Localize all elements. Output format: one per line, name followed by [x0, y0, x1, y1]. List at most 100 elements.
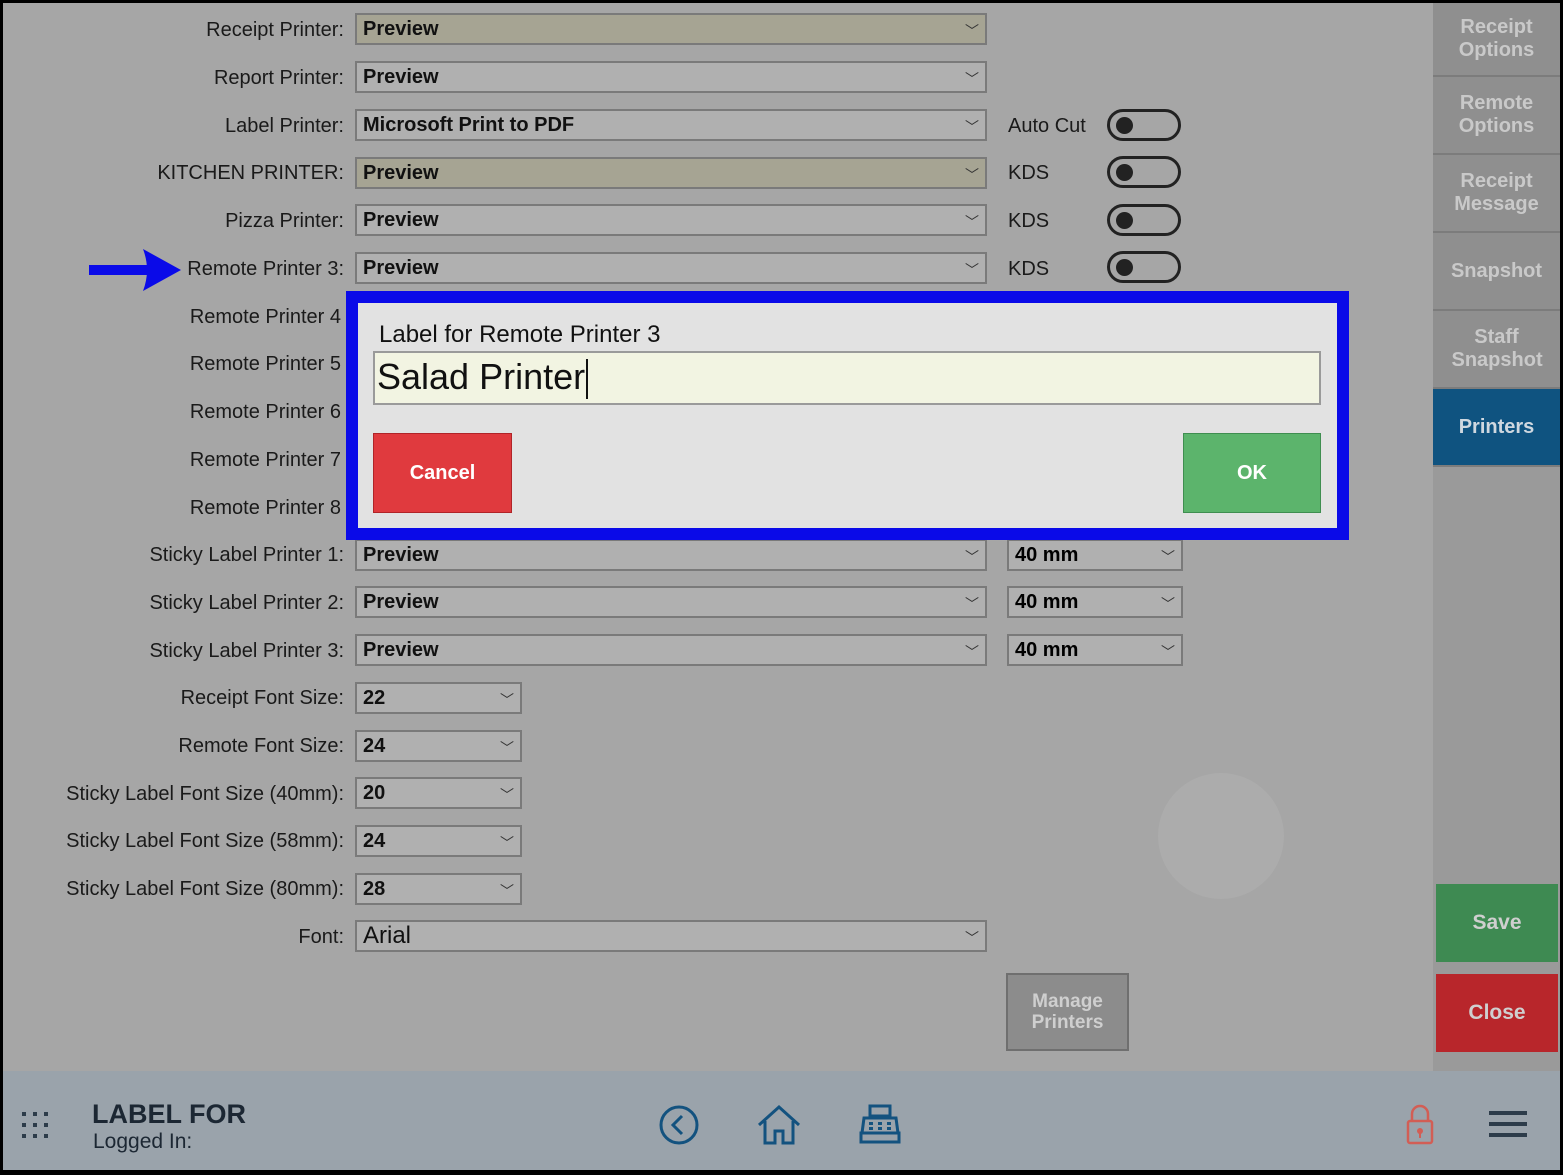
sticky-label-printer-3-value: Preview — [363, 639, 439, 661]
chevron-down-icon: ﹀ — [965, 930, 979, 946]
printer-label-value: Salad Printer — [377, 356, 586, 397]
auto-cut-toggle[interactable] — [1107, 109, 1181, 141]
sticky-label-printer-1-select[interactable]: Preview ﹀ — [355, 539, 987, 571]
sticky-font-58-select[interactable]: 24 ﹀ — [355, 825, 522, 857]
label-printer-value: Microsoft Print to PDF — [363, 114, 575, 136]
remote-printer-3-label: Remote Printer 3: — [187, 258, 344, 280]
chevron-down-icon: ﹀ — [965, 167, 979, 183]
chevron-down-icon: ﹀ — [965, 71, 979, 87]
close-button[interactable]: Close — [1436, 974, 1558, 1052]
sticky-1-size-value: 40 mm — [1015, 544, 1079, 566]
home-icon[interactable] — [755, 1103, 803, 1147]
cancel-label: Cancel — [409, 461, 476, 484]
font-select[interactable]: Arial ﹀ — [355, 920, 987, 952]
font-label: Font: — [298, 926, 344, 948]
kitchen-kds-label: KDS — [1008, 162, 1050, 184]
label-dialog: Label for Remote Printer 3 Salad Printer… — [346, 291, 1349, 540]
sticky-font-80-label: Sticky Label Font Size (80mm): — [66, 878, 344, 900]
manage-printers-button[interactable]: Manage Printers — [1006, 973, 1129, 1051]
tab-printers[interactable]: Printers — [1433, 389, 1560, 467]
save-button[interactable]: Save — [1436, 884, 1558, 962]
toggle-knob — [1116, 164, 1133, 181]
toggle-knob — [1116, 212, 1133, 229]
sticky-font-40-label: Sticky Label Font Size (40mm): — [66, 783, 344, 805]
apps-grid-icon[interactable] — [21, 1111, 51, 1141]
remote-printer-8-label: Remote Printer 8 — [189, 497, 341, 519]
printer-label-input[interactable]: Salad Printer — [373, 351, 1321, 405]
chevron-down-icon: ﹀ — [500, 692, 514, 708]
kitchen-printer-select[interactable]: Preview ﹀ — [355, 157, 987, 189]
chevron-down-icon: ﹀ — [500, 740, 514, 756]
sticky-3-size-select[interactable]: 40 mm ﹀ — [1007, 634, 1183, 666]
sticky-2-size-select[interactable]: 40 mm ﹀ — [1007, 586, 1183, 618]
sticky-2-size-value: 40 mm — [1015, 591, 1079, 613]
screen-title: LABEL FOR — [92, 1099, 246, 1129]
remote-printer-5-label: Remote Printer 5 — [189, 353, 341, 375]
font-value: Arial — [363, 922, 412, 949]
pizza-kds-toggle[interactable] — [1107, 204, 1181, 236]
chevron-down-icon: ﹀ — [500, 787, 514, 803]
receipt-printer-select[interactable]: Preview ﹀ — [355, 13, 987, 45]
sticky-font-80-value: 28 — [363, 878, 386, 900]
remote-printer-3-select[interactable]: Preview ﹀ — [355, 252, 987, 284]
back-circle-icon[interactable] — [658, 1104, 700, 1146]
remote-font-size-label: Remote Font Size: — [178, 735, 344, 757]
ok-button[interactable]: OK — [1183, 433, 1321, 513]
receipt-font-size-select[interactable]: 22 ﹀ — [355, 682, 522, 714]
tab-receipt-message[interactable]: Receipt Message — [1433, 155, 1560, 233]
remote-3-kds-label: KDS — [1008, 258, 1050, 280]
printer-settings-screen: Receipt Printer: Report Printer: Label P… — [3, 3, 1560, 1170]
pizza-printer-value: Preview — [363, 209, 439, 231]
receipt-printer-label: Receipt Printer: — [206, 19, 344, 41]
chevron-down-icon: ﹀ — [500, 835, 514, 851]
pizza-printer-select[interactable]: Preview ﹀ — [355, 204, 987, 236]
receipt-printer-value: Preview — [363, 18, 439, 40]
arrow-annotation-icon — [89, 249, 181, 291]
chevron-down-icon: ﹀ — [965, 214, 979, 230]
cancel-button[interactable]: Cancel — [373, 433, 512, 513]
sticky-font-58-value: 24 — [363, 830, 386, 852]
sticky-label-printer-2-select[interactable]: Preview ﹀ — [355, 586, 987, 618]
label-printer-select[interactable]: Microsoft Print to PDF ﹀ — [355, 109, 987, 141]
chevron-down-icon: ﹀ — [1161, 644, 1175, 660]
pizza-kds-label: KDS — [1008, 210, 1050, 232]
kitchen-printer-label: KITCHEN PRINTER: — [157, 162, 344, 184]
remote-printer-7-label: Remote Printer 7 — [189, 449, 341, 471]
sticky-1-size-select[interactable]: 40 mm ﹀ — [1007, 539, 1183, 571]
sticky-font-40-select[interactable]: 20 ﹀ — [355, 777, 522, 809]
remote-font-size-select[interactable]: 24 ﹀ — [355, 730, 522, 762]
manage-printers-label: Manage Printers — [1031, 991, 1104, 1033]
tab-snapshot[interactable]: Snapshot — [1433, 233, 1560, 311]
chevron-down-icon: ﹀ — [965, 119, 979, 135]
tab-remote-options[interactable]: Remote Options — [1433, 77, 1560, 155]
tab-label: Snapshot — [1450, 259, 1543, 282]
lock-icon[interactable] — [1405, 1103, 1435, 1147]
remote-printer-6-label: Remote Printer 6 — [189, 401, 341, 423]
chevron-down-icon: ﹀ — [965, 262, 979, 278]
sticky-label-printer-3-select[interactable]: Preview ﹀ — [355, 634, 987, 666]
hamburger-menu-icon[interactable] — [1489, 1109, 1527, 1139]
receipt-font-size-label: Receipt Font Size: — [180, 687, 344, 709]
tab-receipt-options[interactable]: Receipt Options — [1433, 3, 1560, 77]
dialog-title: Label for Remote Printer 3 — [379, 321, 661, 348]
report-printer-label: Report Printer: — [213, 67, 344, 89]
remote-3-kds-toggle[interactable] — [1107, 251, 1181, 283]
sticky-label-printer-3-label: Sticky Label Printer 3: — [149, 640, 344, 662]
report-printer-select[interactable]: Preview ﹀ — [355, 61, 987, 93]
tab-label: Printers — [1458, 415, 1535, 438]
chevron-down-icon: ﹀ — [1161, 596, 1175, 612]
logged-in-label: Logged In: — [93, 1130, 193, 1153]
cash-register-icon[interactable] — [858, 1103, 902, 1145]
tab-label: Receipt Message — [1454, 170, 1539, 215]
report-printer-value: Preview — [363, 66, 439, 88]
kitchen-kds-toggle[interactable] — [1107, 156, 1181, 188]
sticky-font-80-select[interactable]: 28 ﹀ — [355, 873, 522, 905]
chevron-down-icon: ﹀ — [500, 883, 514, 899]
bottom-bar: LABEL FOR Logged In: — [3, 1071, 1560, 1170]
chevron-down-icon: ﹀ — [965, 549, 979, 565]
ok-label: OK — [1237, 461, 1267, 484]
remote-printer-3-value: Preview — [363, 257, 439, 279]
sticky-label-printer-1-label: Sticky Label Printer 1: — [149, 544, 344, 566]
tab-staff-snapshot[interactable]: Staff Snapshot — [1433, 311, 1560, 389]
receipt-font-size-value: 22 — [363, 687, 386, 709]
